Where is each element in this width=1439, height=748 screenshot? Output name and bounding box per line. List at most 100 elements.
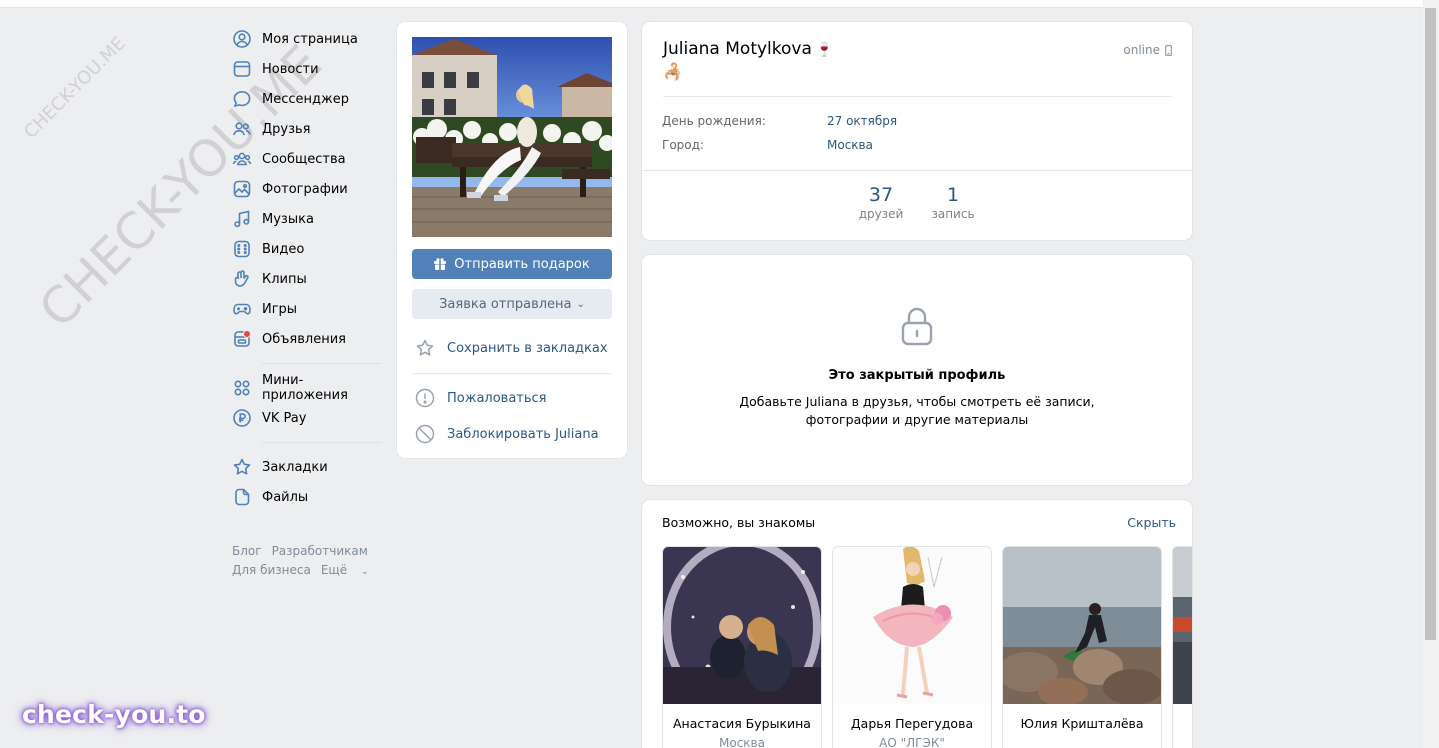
city-label: Город: (662, 138, 704, 152)
posts-counter[interactable]: 1 запись (928, 184, 978, 221)
nav-divider (262, 363, 382, 364)
nav-label: Новости (262, 61, 319, 77)
birthday-value[interactable]: 27 октября (827, 114, 897, 128)
suggested-friends-title: Возможно, вы знакомы (662, 515, 816, 530)
send-gift-button[interactable]: Отправить подарок (412, 249, 612, 279)
friend-photo[interactable] (1003, 547, 1161, 704)
suggested-friends-card: Возможно, вы знакомы Скрыть Анастасия Бу… (642, 500, 1192, 748)
city-value[interactable]: Москва (827, 138, 873, 152)
block-label: Заблокировать Juliana (447, 426, 599, 442)
footer-more-label: Ещё (320, 563, 348, 577)
friends-icon (232, 119, 252, 139)
footer-business-link[interactable]: Для бизнеса (232, 563, 311, 577)
friend-name[interactable]: Анастасия Бурыкина (663, 716, 821, 731)
footer-more-link[interactable]: Ещё ⌄ (321, 563, 379, 577)
nav-news[interactable]: Новости (232, 54, 382, 84)
vkpay-icon (232, 408, 252, 428)
friends-count-label: друзей (858, 207, 904, 221)
friend-subtitle: АО "ЛГЭК" (879, 736, 945, 748)
communities-icon (232, 149, 252, 169)
nav-photos[interactable]: Фотографии (232, 174, 382, 204)
friends-counter[interactable]: 37 друзей (854, 184, 908, 221)
profile-info-card: Juliana Motylkova 🍷 🦂 online День рождени… (642, 22, 1192, 240)
notification-dot (243, 330, 251, 338)
posts-count-label: запись (931, 207, 975, 221)
birthday-label: День рождения: (662, 114, 766, 128)
friend-name[interactable]: Юлия Кришталёва (1003, 716, 1161, 731)
nav-label: Музыка (262, 211, 314, 227)
info-divider (663, 96, 1172, 97)
left-nav: Моя страница Новости Мессенджер Друзья С… (232, 24, 382, 512)
nav-label: Закладки (262, 459, 328, 475)
closed-text-line2: фотографии и другие материалы (805, 412, 1029, 427)
nav-games[interactable]: Игры (232, 294, 382, 324)
nav-communities[interactable]: Сообщества (232, 144, 382, 174)
nav-messenger[interactable]: Мессенджер (232, 84, 382, 114)
footer-dev-link[interactable]: Разработчикам (272, 544, 368, 558)
nav-bookmarks[interactable]: Закладки (232, 452, 382, 482)
nav-divider (262, 442, 382, 443)
scrollbar-thumb[interactable] (1425, 8, 1436, 640)
profile-avatar-photo[interactable] (412, 37, 612, 237)
friend-photo[interactable] (1173, 547, 1192, 704)
closed-text-line1: Добавьте Juliana в друзья, чтобы смотрет… (739, 394, 1095, 409)
suggested-friend-card[interactable]: Анастасия Бурыкина Москва (662, 546, 822, 748)
nav-label: Клипы (262, 271, 307, 287)
actions-divider (412, 373, 612, 374)
nav-label: Моя страница (262, 31, 358, 47)
nav-music[interactable]: Музыка (232, 204, 382, 234)
nav-my-page[interactable]: Моя страница (232, 24, 382, 54)
report-action[interactable]: Пожаловаться (415, 388, 547, 408)
nav-ads[interactable]: Объявления (232, 324, 382, 354)
friend-photo[interactable] (663, 547, 821, 704)
check-you-brand-logo: check-you.to (22, 700, 206, 729)
gamepad-icon (232, 299, 252, 319)
star-icon (416, 339, 434, 356)
footer-blog-link[interactable]: Блог (232, 544, 262, 558)
nav-label: Объявления (262, 331, 346, 347)
nav-video[interactable]: Видео (232, 234, 382, 264)
suggested-friend-card[interactable]: Юлия Кришталёва (1002, 546, 1162, 748)
friends-count: 37 (868, 184, 894, 206)
online-status: online (1123, 43, 1172, 57)
report-label: Пожаловаться (447, 390, 547, 406)
bookmark-action[interactable]: Сохранить в закладках (415, 338, 608, 358)
chevron-down-icon: ⌄ (576, 298, 585, 310)
nav-clips[interactable]: Клипы (232, 264, 382, 294)
request-sent-label: Заявка отправлена (439, 296, 572, 312)
suggested-friend-card[interactable]: Дарья Перегудова АО "ЛГЭК" (832, 546, 992, 748)
friend-name[interactable]: Дарья Перегудова (833, 716, 991, 731)
music-icon (232, 209, 252, 229)
clips-icon (232, 269, 252, 289)
profile-name-text: Juliana Motylkova (663, 39, 812, 59)
posts-count: 1 (946, 184, 960, 206)
message-icon (232, 89, 252, 109)
closed-profile-title: Это закрытый профиль (828, 368, 1006, 383)
closed-profile-text: Добавьте Juliana в друзья, чтобы смотрет… (642, 393, 1192, 429)
friend-request-sent-button[interactable]: Заявка отправлена ⌄ (412, 289, 612, 319)
wine-glass-icon: 🍷 (815, 42, 834, 58)
profile-photo-card: Отправить подарок Заявка отправлена ⌄ Со… (397, 22, 627, 458)
friend-photo[interactable] (833, 547, 991, 704)
nav-vk-pay[interactable]: VK Pay (232, 403, 382, 433)
file-icon (232, 487, 252, 507)
page-scrollbar[interactable] (1423, 0, 1439, 748)
nav-files[interactable]: Файлы (232, 482, 382, 512)
watermark-small: CHECK-YOU.ME (20, 33, 130, 143)
suggested-friend-card-partial[interactable] (1172, 546, 1192, 748)
counters-divider (642, 170, 1192, 171)
nav-label: Сообщества (262, 151, 346, 167)
warning-circle-icon (415, 388, 435, 408)
nav-mini-apps[interactable]: Мини-приложения (232, 373, 382, 403)
user-circle-icon (232, 29, 252, 49)
online-status-text: online (1123, 43, 1160, 57)
nav-label: Мессенджер (262, 91, 349, 107)
top-header-bar (0, 0, 1423, 8)
closed-profile-card: Это закрытый профиль Добавьте Juliana в … (642, 255, 1192, 485)
gift-icon (434, 258, 447, 270)
star-icon (232, 457, 252, 477)
block-action[interactable]: Заблокировать Juliana (415, 424, 599, 444)
send-gift-label: Отправить подарок (454, 256, 590, 272)
nav-friends[interactable]: Друзья (232, 114, 382, 144)
hide-suggestions-link[interactable]: Скрыть (1127, 515, 1176, 530)
